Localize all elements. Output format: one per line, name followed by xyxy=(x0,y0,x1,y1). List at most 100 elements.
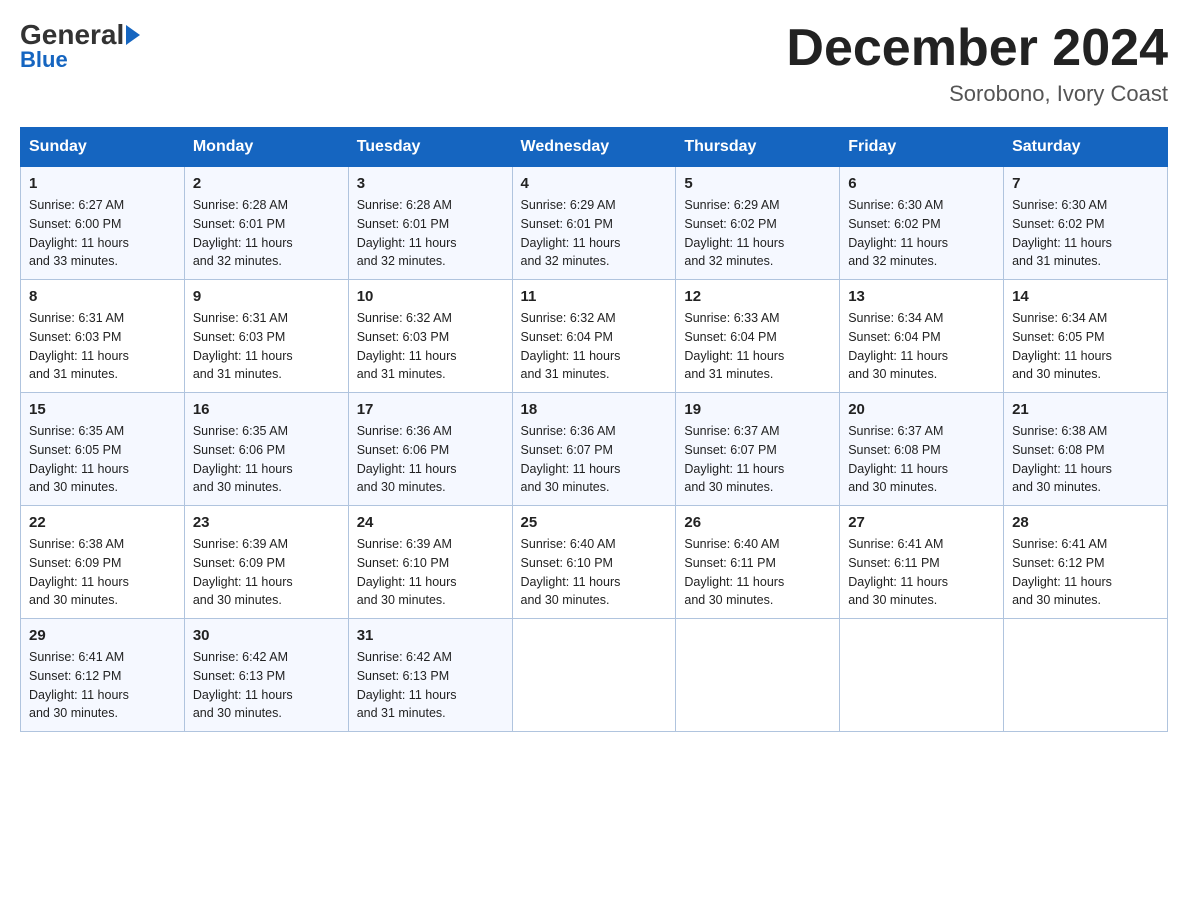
calendar-week-row: 1 Sunrise: 6:27 AMSunset: 6:00 PMDaylight… xyxy=(21,167,1168,280)
calendar-cell xyxy=(840,619,1004,732)
day-info: Sunrise: 6:27 AMSunset: 6:00 PMDaylight:… xyxy=(29,196,176,271)
day-info: Sunrise: 6:38 AMSunset: 6:08 PMDaylight:… xyxy=(1012,422,1159,497)
day-number: 4 xyxy=(521,175,668,192)
day-info: Sunrise: 6:37 AMSunset: 6:07 PMDaylight:… xyxy=(684,422,831,497)
day-info: Sunrise: 6:29 AMSunset: 6:02 PMDaylight:… xyxy=(684,196,831,271)
day-info: Sunrise: 6:30 AMSunset: 6:02 PMDaylight:… xyxy=(1012,196,1159,271)
day-number: 12 xyxy=(684,288,831,305)
calendar-cell: 5Sunrise: 6:29 AMSunset: 6:02 PMDaylight… xyxy=(676,167,840,280)
page-header: General Blue December 2024 Sorobono, Ivo… xyxy=(20,20,1168,107)
day-number: 25 xyxy=(521,514,668,531)
day-info: Sunrise: 6:35 AMSunset: 6:06 PMDaylight:… xyxy=(193,422,340,497)
day-info: Sunrise: 6:42 AMSunset: 6:13 PMDaylight:… xyxy=(193,648,340,723)
calendar-cell: 31 Sunrise: 6:42 AMSunset: 6:13 PMDayligh… xyxy=(348,619,512,732)
calendar-cell: 23 Sunrise: 6:39 AMSunset: 6:09 PMDayligh… xyxy=(184,506,348,619)
calendar-cell: 19 Sunrise: 6:37 AMSunset: 6:07 PMDayligh… xyxy=(676,393,840,506)
logo-blue: Blue xyxy=(20,47,68,73)
day-info: Sunrise: 6:35 AMSunset: 6:05 PMDaylight:… xyxy=(29,422,176,497)
day-number: 19 xyxy=(684,401,831,418)
day-number: 21 xyxy=(1012,401,1159,418)
day-number: 17 xyxy=(357,401,504,418)
day-info: Sunrise: 6:28 AMSunset: 6:01 PMDaylight:… xyxy=(357,196,504,271)
day-number: 23 xyxy=(193,514,340,531)
day-number: 16 xyxy=(193,401,340,418)
day-number: 15 xyxy=(29,401,176,418)
calendar-cell: 29 Sunrise: 6:41 AMSunset: 6:12 PMDayligh… xyxy=(21,619,185,732)
calendar-cell: 15 Sunrise: 6:35 AMSunset: 6:05 PMDayligh… xyxy=(21,393,185,506)
day-number: 11 xyxy=(521,288,668,305)
calendar-cell: 30 Sunrise: 6:42 AMSunset: 6:13 PMDayligh… xyxy=(184,619,348,732)
calendar-cell: 4 Sunrise: 6:29 AMSunset: 6:01 PMDaylight… xyxy=(512,167,676,280)
header-sunday: Sunday xyxy=(21,128,185,167)
day-number: 10 xyxy=(357,288,504,305)
day-number: 14 xyxy=(1012,288,1159,305)
calendar-cell: 27Sunrise: 6:41 AMSunset: 6:11 PMDayligh… xyxy=(840,506,1004,619)
day-number: 29 xyxy=(29,627,176,644)
header-saturday: Saturday xyxy=(1004,128,1168,167)
calendar-cell: 9Sunrise: 6:31 AMSunset: 6:03 PMDaylight… xyxy=(184,280,348,393)
day-info: Sunrise: 6:36 AMSunset: 6:07 PMDaylight:… xyxy=(521,422,668,497)
day-number: 20 xyxy=(848,401,995,418)
day-info: Sunrise: 6:36 AMSunset: 6:06 PMDaylight:… xyxy=(357,422,504,497)
day-number: 3 xyxy=(357,175,504,192)
month-title: December 2024 xyxy=(786,20,1168,77)
day-info: Sunrise: 6:28 AMSunset: 6:01 PMDaylight:… xyxy=(193,196,340,271)
calendar-cell: 13 Sunrise: 6:34 AMSunset: 6:04 PMDayligh… xyxy=(840,280,1004,393)
day-number: 22 xyxy=(29,514,176,531)
calendar-week-row: 8 Sunrise: 6:31 AMSunset: 6:03 PMDaylight… xyxy=(21,280,1168,393)
header-tuesday: Tuesday xyxy=(348,128,512,167)
day-info: Sunrise: 6:40 AMSunset: 6:11 PMDaylight:… xyxy=(684,535,831,610)
day-info: Sunrise: 6:31 AMSunset: 6:03 PMDaylight:… xyxy=(29,309,176,384)
calendar-cell: 1 Sunrise: 6:27 AMSunset: 6:00 PMDaylight… xyxy=(21,167,185,280)
calendar-week-row: 29 Sunrise: 6:41 AMSunset: 6:12 PMDayligh… xyxy=(21,619,1168,732)
day-info: Sunrise: 6:33 AMSunset: 6:04 PMDaylight:… xyxy=(684,309,831,384)
day-info: Sunrise: 6:34 AMSunset: 6:05 PMDaylight:… xyxy=(1012,309,1159,384)
day-number: 31 xyxy=(357,627,504,644)
day-info: Sunrise: 6:38 AMSunset: 6:09 PMDaylight:… xyxy=(29,535,176,610)
calendar-cell: 25Sunrise: 6:40 AMSunset: 6:10 PMDayligh… xyxy=(512,506,676,619)
day-number: 30 xyxy=(193,627,340,644)
calendar-cell: 12 Sunrise: 6:33 AMSunset: 6:04 PMDayligh… xyxy=(676,280,840,393)
calendar-cell: 14 Sunrise: 6:34 AMSunset: 6:05 PMDayligh… xyxy=(1004,280,1168,393)
day-info: Sunrise: 6:32 AMSunset: 6:04 PMDaylight:… xyxy=(521,309,668,384)
day-info: Sunrise: 6:41 AMSunset: 6:12 PMDaylight:… xyxy=(29,648,176,723)
day-info: Sunrise: 6:42 AMSunset: 6:13 PMDaylight:… xyxy=(357,648,504,723)
day-info: Sunrise: 6:39 AMSunset: 6:09 PMDaylight:… xyxy=(193,535,340,610)
calendar-cell xyxy=(676,619,840,732)
calendar-cell: 11 Sunrise: 6:32 AMSunset: 6:04 PMDayligh… xyxy=(512,280,676,393)
header-thursday: Thursday xyxy=(676,128,840,167)
calendar-cell: 7 Sunrise: 6:30 AMSunset: 6:02 PMDaylight… xyxy=(1004,167,1168,280)
location: Sorobono, Ivory Coast xyxy=(786,81,1168,107)
calendar-cell: 20Sunrise: 6:37 AMSunset: 6:08 PMDayligh… xyxy=(840,393,1004,506)
logo-arrow-icon xyxy=(126,25,140,45)
calendar-cell: 21 Sunrise: 6:38 AMSunset: 6:08 PMDayligh… xyxy=(1004,393,1168,506)
day-number: 28 xyxy=(1012,514,1159,531)
day-number: 24 xyxy=(357,514,504,531)
calendar-cell xyxy=(1004,619,1168,732)
day-info: Sunrise: 6:34 AMSunset: 6:04 PMDaylight:… xyxy=(848,309,995,384)
calendar-cell: 28 Sunrise: 6:41 AMSunset: 6:12 PMDayligh… xyxy=(1004,506,1168,619)
day-info: Sunrise: 6:29 AMSunset: 6:01 PMDaylight:… xyxy=(521,196,668,271)
day-number: 1 xyxy=(29,175,176,192)
calendar-cell: 8 Sunrise: 6:31 AMSunset: 6:03 PMDaylight… xyxy=(21,280,185,393)
calendar-cell: 6Sunrise: 6:30 AMSunset: 6:02 PMDaylight… xyxy=(840,167,1004,280)
day-number: 8 xyxy=(29,288,176,305)
day-number: 9 xyxy=(193,288,340,305)
day-info: Sunrise: 6:41 AMSunset: 6:12 PMDaylight:… xyxy=(1012,535,1159,610)
day-info: Sunrise: 6:30 AMSunset: 6:02 PMDaylight:… xyxy=(848,196,995,271)
day-info: Sunrise: 6:39 AMSunset: 6:10 PMDaylight:… xyxy=(357,535,504,610)
day-number: 2 xyxy=(193,175,340,192)
header-wednesday: Wednesday xyxy=(512,128,676,167)
day-number: 7 xyxy=(1012,175,1159,192)
calendar-week-row: 22 Sunrise: 6:38 AMSunset: 6:09 PMDayligh… xyxy=(21,506,1168,619)
day-number: 27 xyxy=(848,514,995,531)
title-block: December 2024 Sorobono, Ivory Coast xyxy=(786,20,1168,107)
calendar-cell xyxy=(512,619,676,732)
calendar-week-row: 15 Sunrise: 6:35 AMSunset: 6:05 PMDayligh… xyxy=(21,393,1168,506)
day-number: 13 xyxy=(848,288,995,305)
calendar-header-row: SundayMondayTuesdayWednesdayThursdayFrid… xyxy=(21,128,1168,167)
calendar-cell: 18Sunrise: 6:36 AMSunset: 6:07 PMDayligh… xyxy=(512,393,676,506)
calendar-cell: 26Sunrise: 6:40 AMSunset: 6:11 PMDayligh… xyxy=(676,506,840,619)
calendar-cell: 24 Sunrise: 6:39 AMSunset: 6:10 PMDayligh… xyxy=(348,506,512,619)
calendar-cell: 3 Sunrise: 6:28 AMSunset: 6:01 PMDaylight… xyxy=(348,167,512,280)
